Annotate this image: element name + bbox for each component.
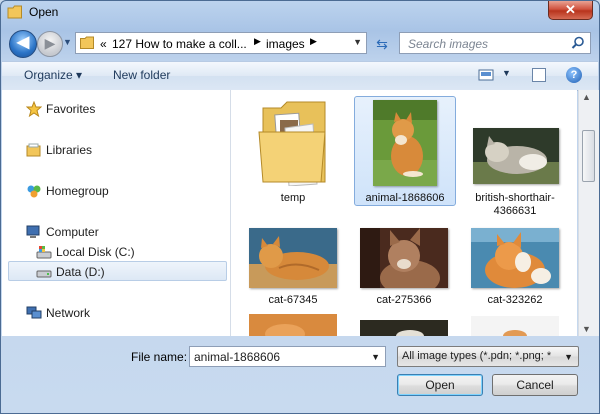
breadcrumb-item[interactable]: images xyxy=(266,37,305,51)
cat-licking-paw-thumbnail xyxy=(471,228,559,288)
views-dropdown-icon[interactable]: ▼ xyxy=(502,68,511,78)
file-name-input[interactable]: animal-1868606 ▼ xyxy=(189,346,386,367)
nav-item-label: Favorites xyxy=(46,102,96,116)
file-name-line1: british-shorthair- xyxy=(475,192,555,204)
tabby-cat-portrait-thumbnail xyxy=(360,228,448,288)
file-item-temp[interactable]: temp xyxy=(243,96,343,206)
file-item-cat-275366[interactable]: cat-275366 xyxy=(354,226,454,312)
computer-icon xyxy=(26,225,40,238)
partial-thumbnail[interactable] xyxy=(360,320,448,336)
scroll-down-icon[interactable]: ▼ xyxy=(582,324,591,334)
file-item-cat-67345[interactable]: cat-67345 xyxy=(243,226,343,312)
scroll-thumb[interactable] xyxy=(582,130,595,182)
command-bar: Organize ▾ New folder ▼ ? xyxy=(2,61,598,91)
sleeping-cat-thumbnail xyxy=(473,128,559,184)
open-button[interactable]: Open xyxy=(397,374,483,396)
orange-cat-on-grass-thumbnail xyxy=(373,100,437,186)
nav-item-label: Local Disk (C:) xyxy=(56,245,135,259)
drive-icon xyxy=(36,270,52,278)
close-button[interactable]: ✕ xyxy=(548,1,593,20)
breadcrumb-overflow[interactable]: « xyxy=(100,37,107,51)
nav-item-label: Libraries xyxy=(46,143,93,157)
orange-cat-lying-thumbnail xyxy=(249,228,337,288)
window-title: Open xyxy=(29,5,59,19)
network-icon xyxy=(26,306,42,319)
folder-icon xyxy=(80,36,94,49)
refresh-icon[interactable]: ⇆ xyxy=(371,34,393,54)
file-name-value: animal-1868606 xyxy=(194,350,281,364)
library-icon xyxy=(26,143,41,157)
partial-thumbnail[interactable] xyxy=(249,314,337,336)
change-view-icon[interactable] xyxy=(478,68,494,82)
recent-locations-arrow-icon[interactable]: ▼ xyxy=(63,37,72,47)
breadcrumb-separator-icon[interactable]: ▶ xyxy=(310,36,317,47)
folder-app-icon xyxy=(7,5,22,19)
file-name-label: File name: xyxy=(131,350,188,364)
file-name-line2: 4366631 xyxy=(493,205,537,217)
help-icon[interactable]: ? xyxy=(566,67,582,83)
back-button[interactable]: ◀ xyxy=(9,30,37,58)
file-list: temp animal-1868606 british-shorthair- 4… xyxy=(231,90,577,336)
system-drive-icon xyxy=(36,246,52,259)
file-type-select[interactable]: All image types (*.pdn; *.png; * ▼ xyxy=(397,346,579,367)
cancel-button[interactable]: Cancel xyxy=(492,374,578,396)
nav-item-label: Data (D:) xyxy=(56,265,105,279)
new-folder-button[interactable]: New folder xyxy=(113,68,170,82)
search-icon[interactable] xyxy=(571,36,585,50)
search-box[interactable]: Search images xyxy=(399,32,591,54)
nav-item-label: Computer xyxy=(46,225,99,239)
navigation-pane: Favorites Libraries Homegroup Computer L… xyxy=(2,90,231,336)
file-type-value: All image types (*.pdn; *.png; * xyxy=(402,350,552,362)
address-bar[interactable]: « 127 How to make a coll... ▶ images ▶ ▼ xyxy=(75,32,367,54)
file-name: cat-275366 xyxy=(376,294,432,306)
navigation-bar: ◀ ▶ ▼ « 127 How to make a coll... ▶ imag… xyxy=(1,25,599,59)
file-name: cat-67345 xyxy=(268,294,318,306)
file-type-dropdown-icon[interactable]: ▼ xyxy=(564,352,573,362)
vertical-scrollbar[interactable]: ▲ ▼ xyxy=(578,90,599,336)
homegroup-icon xyxy=(27,185,41,198)
breadcrumb-separator-icon[interactable]: ▶ xyxy=(254,36,261,47)
file-name: animal-1868606 xyxy=(365,192,445,204)
address-dropdown-icon[interactable]: ▼ xyxy=(353,37,362,47)
open-dialog: Open ✕ ◀ ▶ ▼ « 127 How to make a coll...… xyxy=(0,0,600,414)
file-name: cat-323262 xyxy=(487,294,543,306)
breadcrumb-item[interactable]: 127 How to make a coll... xyxy=(112,37,247,51)
file-item-cat-323262[interactable]: cat-323262 xyxy=(465,226,565,312)
title-bar: Open ✕ xyxy=(1,1,599,25)
preview-pane-icon[interactable] xyxy=(532,68,546,82)
scroll-up-icon[interactable]: ▲ xyxy=(582,92,591,102)
file-name-dropdown-icon[interactable]: ▼ xyxy=(371,352,380,362)
file-item-british-shorthair-4366631[interactable]: british-shorthair- 4366631 xyxy=(465,96,565,224)
file-name: temp xyxy=(280,192,306,204)
organize-button[interactable]: Organize ▾ xyxy=(24,68,82,82)
nav-item-label: Homegroup xyxy=(46,184,109,198)
partial-thumbnail[interactable] xyxy=(471,316,559,336)
nav-item-label: Network xyxy=(46,306,91,320)
organize-label: Organize xyxy=(24,68,73,82)
star-icon xyxy=(26,101,42,117)
file-item-animal-1868606[interactable]: animal-1868606 xyxy=(355,96,455,206)
forward-button[interactable]: ▶ xyxy=(37,31,63,57)
search-input[interactable]: Search images xyxy=(408,37,488,51)
folder-icon xyxy=(258,101,326,186)
